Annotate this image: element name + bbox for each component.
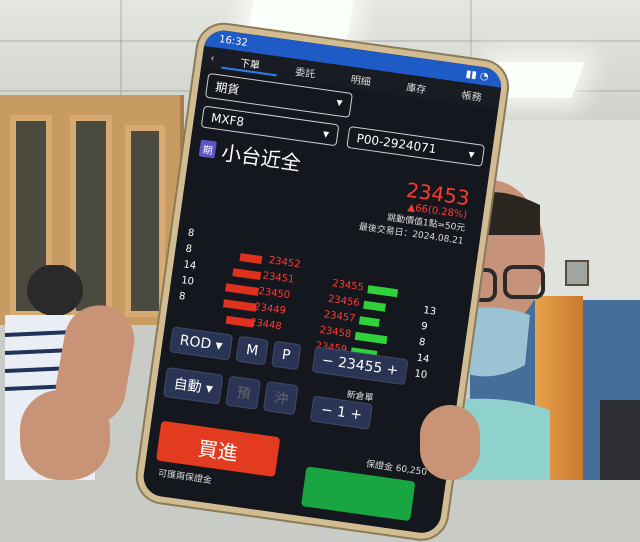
bid-price[interactable]: 23448 bbox=[249, 317, 282, 332]
qty-input[interactable]: 1 bbox=[336, 404, 347, 421]
order-type-value: ROD bbox=[178, 332, 213, 353]
ask-price[interactable]: 23457 bbox=[323, 309, 356, 324]
status-time: 16:32 bbox=[218, 33, 249, 49]
auto-label: 自動 bbox=[172, 375, 203, 396]
ask-size: 9 bbox=[420, 320, 429, 333]
back-icon[interactable]: ‹ bbox=[202, 51, 223, 65]
bid-size: 10 bbox=[180, 275, 195, 288]
mode-m-button[interactable]: M bbox=[235, 335, 269, 366]
flat-button[interactable]: 沖 bbox=[263, 380, 300, 415]
bid-volume-bar bbox=[222, 299, 257, 312]
bid-volume-bar bbox=[225, 283, 259, 296]
auto-select[interactable]: 自動 ▾ bbox=[162, 366, 225, 405]
pre-button[interactable]: 預 bbox=[225, 375, 262, 410]
ask-volume-bar bbox=[363, 300, 386, 312]
right-fingers bbox=[420, 405, 480, 480]
mode-p-button[interactable]: P bbox=[271, 340, 302, 371]
ask-volume-bar bbox=[367, 285, 399, 298]
left-hand bbox=[20, 390, 110, 480]
footer-note: 可匯兩保證金 bbox=[157, 468, 213, 487]
chevron-down-icon: ▾ bbox=[322, 126, 330, 142]
signal-icon: ▮▮ ◔ bbox=[465, 68, 490, 83]
price-input[interactable]: 23455 bbox=[337, 355, 383, 377]
account-value: P00-2924071 bbox=[355, 131, 438, 157]
bid-price[interactable]: 23452 bbox=[268, 255, 301, 270]
chair bbox=[600, 400, 640, 480]
bid-volume-bar bbox=[239, 253, 263, 265]
bid-price[interactable]: 23450 bbox=[258, 286, 291, 301]
ask-volume-bar bbox=[358, 316, 380, 327]
bid-price[interactable]: 23451 bbox=[262, 270, 295, 285]
cabinet-glass bbox=[125, 125, 165, 317]
chevron-down-icon: ▾ bbox=[335, 95, 344, 110]
symbol-value: MXF8 bbox=[210, 110, 245, 130]
ask-price[interactable]: 23455 bbox=[331, 278, 364, 293]
margin-info: 保證金 60,250 bbox=[365, 459, 428, 479]
bid-size: 8 bbox=[184, 243, 193, 256]
ask-size: 8 bbox=[418, 336, 427, 349]
chevron-down-icon: ▾ bbox=[467, 146, 476, 162]
bid-volume-bar bbox=[232, 268, 262, 281]
bid-size: 14 bbox=[182, 259, 197, 272]
ask-price[interactable]: 23456 bbox=[327, 294, 360, 309]
ask-volume-bar bbox=[354, 331, 388, 345]
ask-size: 13 bbox=[422, 305, 437, 318]
product-type-value: 期貨 bbox=[214, 80, 241, 98]
bid-size: 8 bbox=[178, 290, 187, 303]
futures-tag: 期 bbox=[198, 139, 217, 159]
ask-price[interactable]: 23458 bbox=[319, 325, 352, 340]
ceiling-tile-line bbox=[120, 0, 122, 110]
sell-button[interactable] bbox=[300, 466, 416, 522]
bid-price[interactable]: 23449 bbox=[253, 302, 286, 317]
wall-frame bbox=[565, 260, 589, 286]
bid-size: 8 bbox=[187, 227, 195, 240]
